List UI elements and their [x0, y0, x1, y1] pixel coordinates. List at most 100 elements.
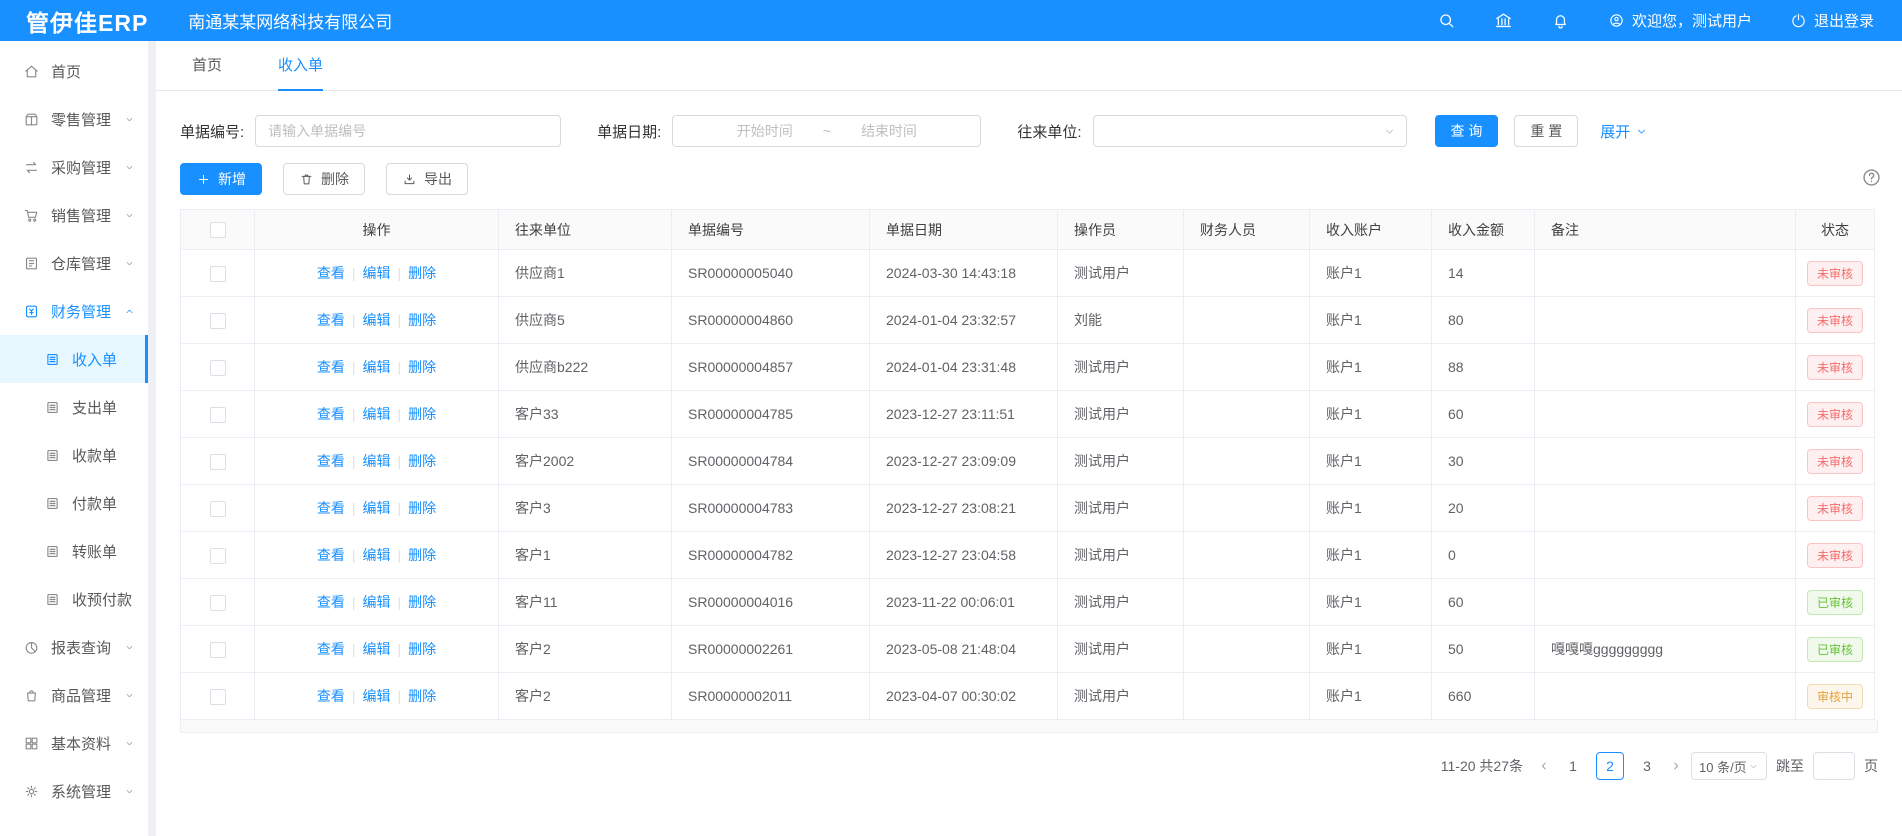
view-link[interactable]: 查看 — [317, 265, 345, 281]
row-checkbox[interactable] — [210, 266, 226, 282]
view-link[interactable]: 查看 — [317, 500, 345, 516]
page-number-3[interactable]: 3 — [1633, 752, 1661, 780]
select-all-checkbox[interactable] — [210, 222, 226, 238]
cell-partner: 客户2 — [499, 626, 672, 673]
sidebar-item-sales[interactable]: 销售管理 — [0, 191, 148, 239]
cell-operator: 测试用户 — [1058, 673, 1184, 720]
prev-page-icon[interactable] — [1538, 760, 1550, 772]
delete-link[interactable]: 删除 — [408, 359, 436, 375]
sidebar-item-prepay[interactable]: 收预付款 — [0, 575, 148, 623]
sidebar-item-payment[interactable]: 付款单 — [0, 479, 148, 527]
delete-link[interactable]: 删除 — [408, 594, 436, 610]
delete-link[interactable]: 删除 — [408, 688, 436, 704]
view-link[interactable]: 查看 — [317, 406, 345, 422]
delete-link[interactable]: 删除 — [408, 547, 436, 563]
cell-remark — [1535, 485, 1796, 532]
edit-link[interactable]: 编辑 — [363, 359, 391, 375]
page-number-1[interactable]: 1 — [1559, 752, 1587, 780]
view-link[interactable]: 查看 — [317, 594, 345, 610]
sidebar-item-income[interactable]: 收入单 — [0, 335, 148, 383]
help-icon[interactable] — [1861, 167, 1882, 188]
view-link[interactable]: 查看 — [317, 641, 345, 657]
row-checkbox[interactable] — [210, 360, 226, 376]
cell-partner: 客户11 — [499, 579, 672, 626]
sidebar-item-receipt[interactable]: 收款单 — [0, 431, 148, 479]
delete-link[interactable]: 删除 — [408, 312, 436, 328]
sidebar-item-retail[interactable]: 零售管理 — [0, 95, 148, 143]
row-checkbox[interactable] — [210, 642, 226, 658]
bell-icon[interactable] — [1551, 11, 1570, 30]
reset-button[interactable]: 重 置 — [1514, 115, 1578, 147]
export-button[interactable]: 导出 — [386, 163, 468, 195]
link-separator: | — [398, 688, 402, 704]
cell-operator: 测试用户 — [1058, 438, 1184, 485]
delete-link[interactable]: 删除 — [408, 453, 436, 469]
cell-date: 2023-12-27 23:08:21 — [870, 485, 1058, 532]
view-link[interactable]: 查看 — [317, 359, 345, 375]
view-link[interactable]: 查看 — [317, 312, 345, 328]
edit-link[interactable]: 编辑 — [363, 641, 391, 657]
retail-icon — [23, 111, 40, 128]
view-link[interactable]: 查看 — [317, 688, 345, 704]
next-page-icon[interactable] — [1670, 760, 1682, 772]
sidebar-item-basic[interactable]: 基本资料 — [0, 719, 148, 767]
column-header: 收入金额 — [1432, 210, 1535, 250]
add-button[interactable]: 新增 — [180, 163, 262, 195]
sidebar-item-expense[interactable]: 支出单 — [0, 383, 148, 431]
row-checkbox[interactable] — [210, 689, 226, 705]
search-button[interactable]: 查 询 — [1435, 115, 1499, 147]
sidebar-item-finance[interactable]: 财务管理 — [0, 287, 148, 335]
sidebar-item-purchase[interactable]: 采购管理 — [0, 143, 148, 191]
edit-link[interactable]: 编辑 — [363, 547, 391, 563]
row-checkbox[interactable] — [210, 548, 226, 564]
row-checkbox[interactable] — [210, 501, 226, 517]
edit-link[interactable]: 编辑 — [363, 500, 391, 516]
sidebar-item-transfer[interactable]: 转账单 — [0, 527, 148, 575]
date-range-picker[interactable]: 开始时间 ~ 结束时间 — [672, 115, 981, 147]
edit-link[interactable]: 编辑 — [363, 406, 391, 422]
table-scrollbar-track[interactable] — [180, 720, 1878, 733]
delete-button[interactable]: 删除 — [283, 163, 365, 195]
jump-input[interactable] — [1813, 752, 1855, 780]
sidebar-item-home[interactable]: 首页 — [0, 47, 148, 95]
doc-icon — [44, 447, 61, 464]
edit-link[interactable]: 编辑 — [363, 688, 391, 704]
page-number-2[interactable]: 2 — [1596, 752, 1624, 780]
cell-date: 2024-03-30 14:43:18 — [870, 250, 1058, 297]
product-icon — [23, 687, 40, 704]
logout-button[interactable]: 退出登录 — [1790, 10, 1874, 31]
row-checkbox[interactable] — [210, 595, 226, 611]
link-separator: | — [352, 500, 356, 516]
row-checkbox[interactable] — [210, 407, 226, 423]
delete-link[interactable]: 删除 — [408, 406, 436, 422]
partner-select[interactable] — [1093, 115, 1407, 147]
edit-link[interactable]: 编辑 — [363, 594, 391, 610]
cell-date: 2023-12-27 23:04:58 — [870, 532, 1058, 579]
expand-link[interactable]: 展开 — [1600, 121, 1648, 142]
status-badge: 未审核 — [1807, 355, 1863, 380]
cell-amount: 60 — [1432, 391, 1535, 438]
delete-link[interactable]: 删除 — [408, 500, 436, 516]
welcome-user[interactable]: 欢迎您，测试用户 — [1608, 10, 1752, 31]
bill-no-input[interactable] — [255, 115, 561, 147]
tab-home[interactable]: 首页 — [192, 41, 222, 91]
edit-link[interactable]: 编辑 — [363, 453, 391, 469]
delete-link[interactable]: 删除 — [408, 265, 436, 281]
edit-link[interactable]: 编辑 — [363, 312, 391, 328]
chevron-down-icon — [124, 162, 135, 173]
tab-income[interactable]: 收入单 — [278, 41, 323, 91]
search-icon[interactable] — [1437, 11, 1456, 30]
sidebar-item-product[interactable]: 商品管理 — [0, 671, 148, 719]
view-link[interactable]: 查看 — [317, 453, 345, 469]
delete-link[interactable]: 删除 — [408, 641, 436, 657]
row-checkbox[interactable] — [210, 454, 226, 470]
row-checkbox[interactable] — [210, 313, 226, 329]
sidebar-item-report[interactable]: 报表查询 — [0, 623, 148, 671]
tabbar: 首页 收入单 — [156, 41, 1902, 91]
sidebar-item-system[interactable]: 系统管理 — [0, 767, 148, 815]
page-size-select[interactable]: 10 条/页 — [1691, 752, 1767, 780]
sidebar-item-warehouse[interactable]: 仓库管理 — [0, 239, 148, 287]
view-link[interactable]: 查看 — [317, 547, 345, 563]
edit-link[interactable]: 编辑 — [363, 265, 391, 281]
bank-icon[interactable] — [1494, 11, 1513, 30]
